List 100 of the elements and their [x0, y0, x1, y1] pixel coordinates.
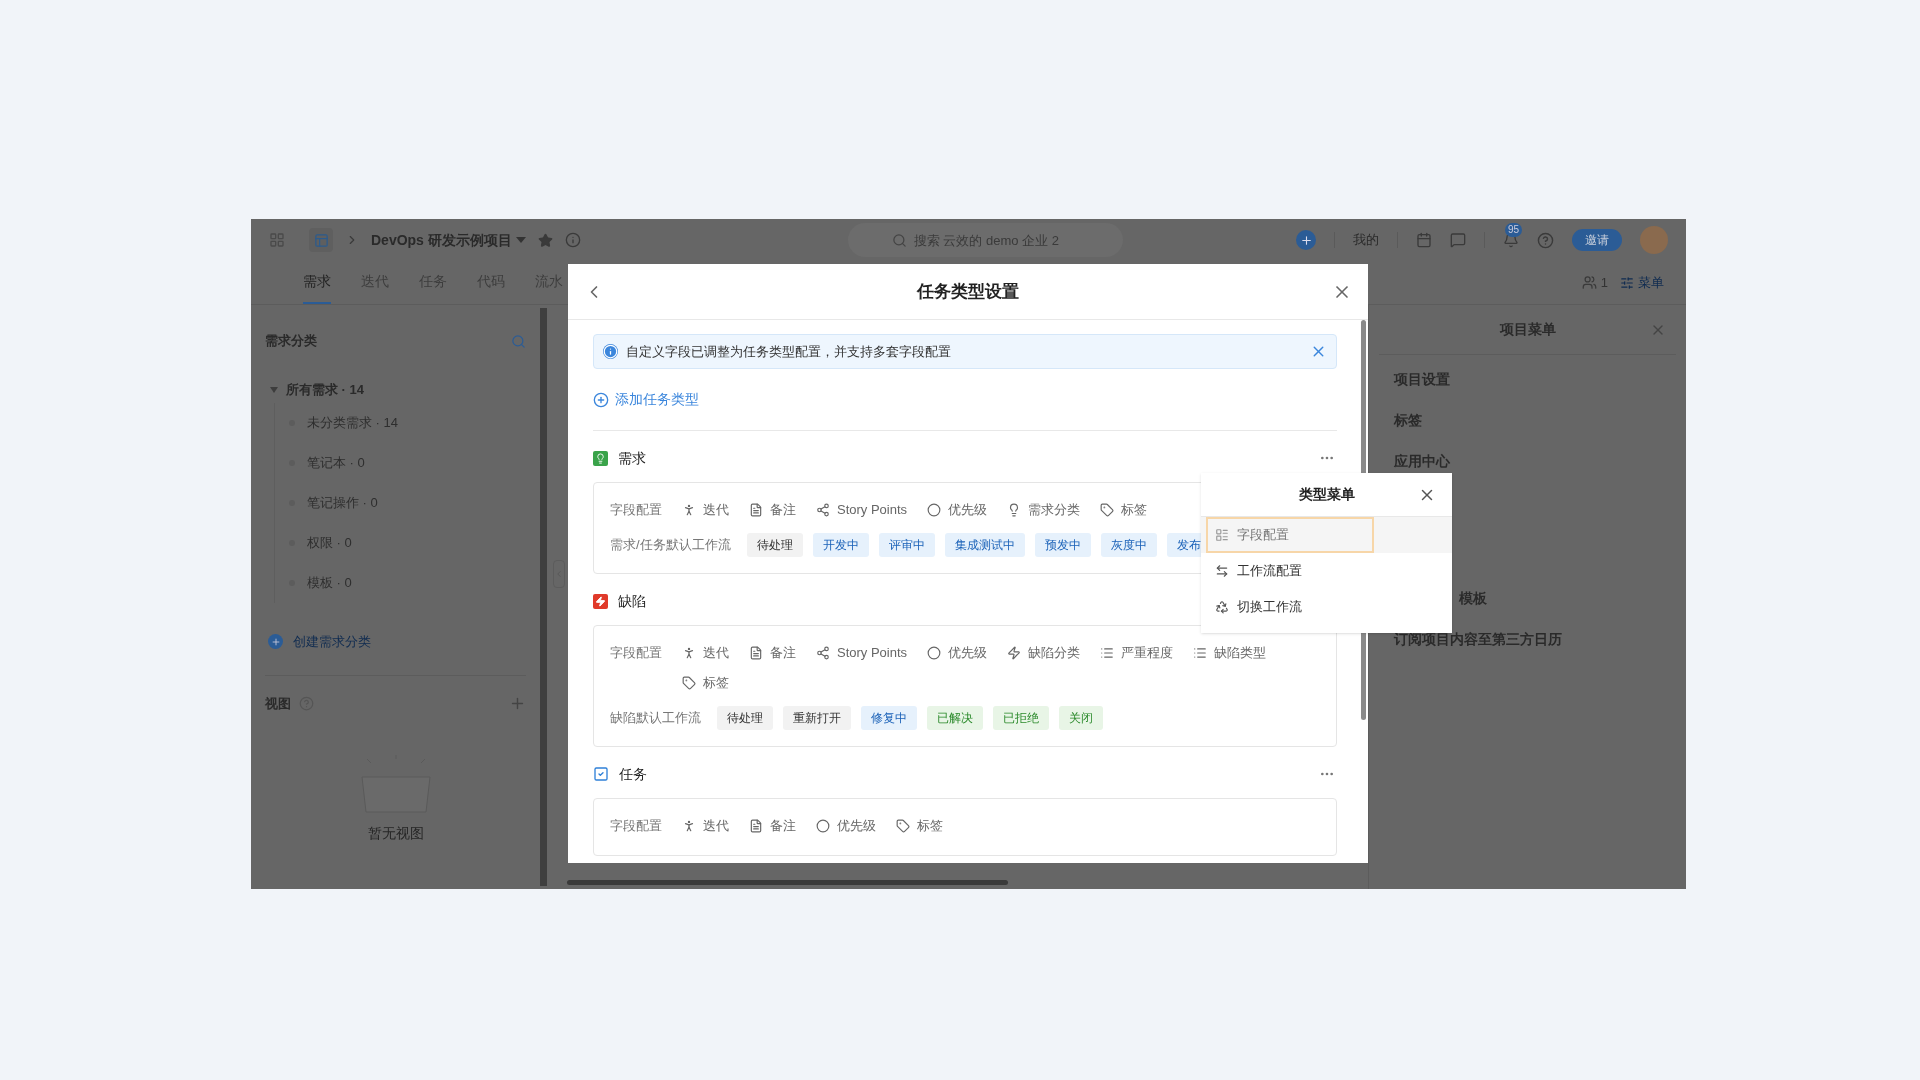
- status-tag: 开发中: [812, 533, 869, 557]
- field-label: 字段配置: [610, 644, 662, 662]
- project-icon: [309, 228, 333, 252]
- field-item: Story Points: [837, 644, 908, 662]
- person-icon: [682, 819, 696, 833]
- menu-item[interactable]: 切换工作流: [1201, 589, 1452, 625]
- field-item: 迭代: [703, 644, 729, 662]
- field-item: 优先级: [948, 501, 988, 519]
- tree-item[interactable]: 权限 · 0: [307, 533, 352, 553]
- status-tag: 关闭: [1059, 706, 1103, 730]
- list-icon: [1100, 646, 1115, 660]
- notification-badge: 95: [1505, 223, 1523, 237]
- field-label: 字段配置: [610, 501, 662, 519]
- circle-icon: [927, 503, 942, 517]
- menu-item[interactable]: 模板: [1459, 588, 1487, 609]
- note-icon: [749, 819, 763, 833]
- checkbox-icon: [593, 766, 609, 782]
- field-item: 迭代: [703, 817, 729, 835]
- field-item: 严重程度: [1121, 644, 1174, 662]
- members-icon: [1581, 275, 1597, 290]
- message-icon[interactable]: [1450, 232, 1466, 248]
- status-tag: 待处理: [746, 533, 803, 557]
- field-item: Story Points: [837, 501, 908, 519]
- nodes-icon: [816, 646, 830, 660]
- circle-icon: [816, 819, 830, 833]
- person-icon: [682, 646, 696, 660]
- note-icon: [749, 503, 763, 517]
- status-tag: 修复中: [861, 706, 917, 730]
- list-icon: [1193, 646, 1208, 660]
- field-item: 标签: [1121, 501, 1148, 519]
- field-item: 优先级: [837, 817, 876, 835]
- star-icon[interactable]: [537, 232, 553, 248]
- field-item: 迭代: [703, 501, 729, 519]
- info-icon: [603, 344, 618, 359]
- field-item: 备注: [770, 817, 796, 835]
- search-icon[interactable]: [511, 333, 526, 349]
- apps-grid-icon[interactable]: [269, 232, 285, 248]
- menu-item[interactable]: 项目设置: [1394, 369, 1450, 390]
- empty-text: 暂无视图: [367, 824, 424, 843]
- sidebar-title: 需求分类: [265, 332, 317, 351]
- workflow-label: 需求/任务默认工作流: [610, 536, 731, 555]
- status-tag: 集成测试中: [944, 533, 1025, 557]
- add-icon[interactable]: [1296, 230, 1316, 250]
- info-icon[interactable]: [564, 232, 581, 248]
- help-icon[interactable]: [1537, 231, 1554, 249]
- plus-circle-icon: [593, 391, 609, 408]
- field-item: 备注: [770, 644, 796, 662]
- scrollbar[interactable]: [567, 880, 1008, 885]
- field-label: 字段配置: [610, 817, 662, 835]
- status-tag: 预发中: [1034, 533, 1091, 557]
- type-name: 缺陷: [618, 591, 646, 611]
- caret-down-icon[interactable]: [270, 387, 278, 393]
- scrollbar[interactable]: [540, 308, 547, 886]
- invite-button[interactable]: 邀请: [1572, 229, 1622, 251]
- field-item: 标签: [703, 674, 729, 692]
- menu-item[interactable]: 应用中心: [1394, 451, 1450, 472]
- status-tag: 待处理: [717, 706, 773, 730]
- avatar[interactable]: [1640, 226, 1668, 254]
- create-category-link[interactable]: 创建需求分类: [293, 632, 371, 652]
- tag-icon: [896, 819, 910, 833]
- calendar-icon[interactable]: [1416, 232, 1432, 248]
- dialog-title: 任务类型设置: [917, 280, 1019, 303]
- person-icon: [682, 503, 696, 517]
- add-type-link[interactable]: 添加任务类型: [593, 389, 699, 410]
- type-name: 需求: [618, 448, 646, 468]
- sliders-icon: [1620, 275, 1634, 290]
- mine-link[interactable]: 我的: [1353, 230, 1379, 250]
- list-icon: [1215, 528, 1229, 542]
- field-item: 优先级: [948, 644, 988, 662]
- type-name: 任务: [619, 764, 647, 784]
- nodes-icon: [816, 503, 830, 517]
- menu-button[interactable]: 菜单: [1620, 272, 1664, 293]
- caret-down-icon: [515, 237, 526, 243]
- panel-title: 项目菜单: [1499, 320, 1556, 339]
- status-tag: 已拒绝: [993, 706, 1049, 730]
- workflow-label: 缺陷默认工作流: [610, 709, 701, 728]
- lightning-icon: [593, 593, 608, 609]
- menu-item[interactable]: 订阅项目内容至第三方日历: [1394, 629, 1562, 650]
- field-item: 标签: [917, 817, 943, 835]
- field-item: 备注: [770, 501, 796, 519]
- lightning-icon: [1007, 646, 1022, 660]
- menu-item[interactable]: 标签: [1394, 410, 1422, 431]
- menu-item[interactable]: 字段配置: [1201, 517, 1452, 553]
- note-icon: [749, 646, 763, 660]
- status-tag: 已解决: [927, 706, 983, 730]
- tag-icon: [682, 676, 696, 690]
- field-item: 缺陷分类: [1028, 644, 1081, 662]
- status-tag: 重新打开: [783, 706, 851, 730]
- tag-icon: [1100, 503, 1115, 517]
- project-selector[interactable]: DevOps 研发示例项目: [371, 229, 526, 251]
- tree-item[interactable]: 所有需求 · 14: [286, 380, 364, 400]
- recycle-icon: [1215, 600, 1229, 614]
- views-title: 视图: [265, 694, 291, 713]
- status-tag: 评审中: [878, 533, 935, 557]
- lightbulb-icon: [593, 450, 608, 466]
- popover-title: 类型菜单: [1298, 485, 1355, 504]
- circle-icon: [927, 646, 942, 660]
- arrows-icon: [1215, 564, 1229, 578]
- status-tag: 灰度中: [1100, 533, 1157, 557]
- alert-text: 自定义字段已调整为任务类型配置，并支持多套字段配置: [626, 342, 951, 361]
